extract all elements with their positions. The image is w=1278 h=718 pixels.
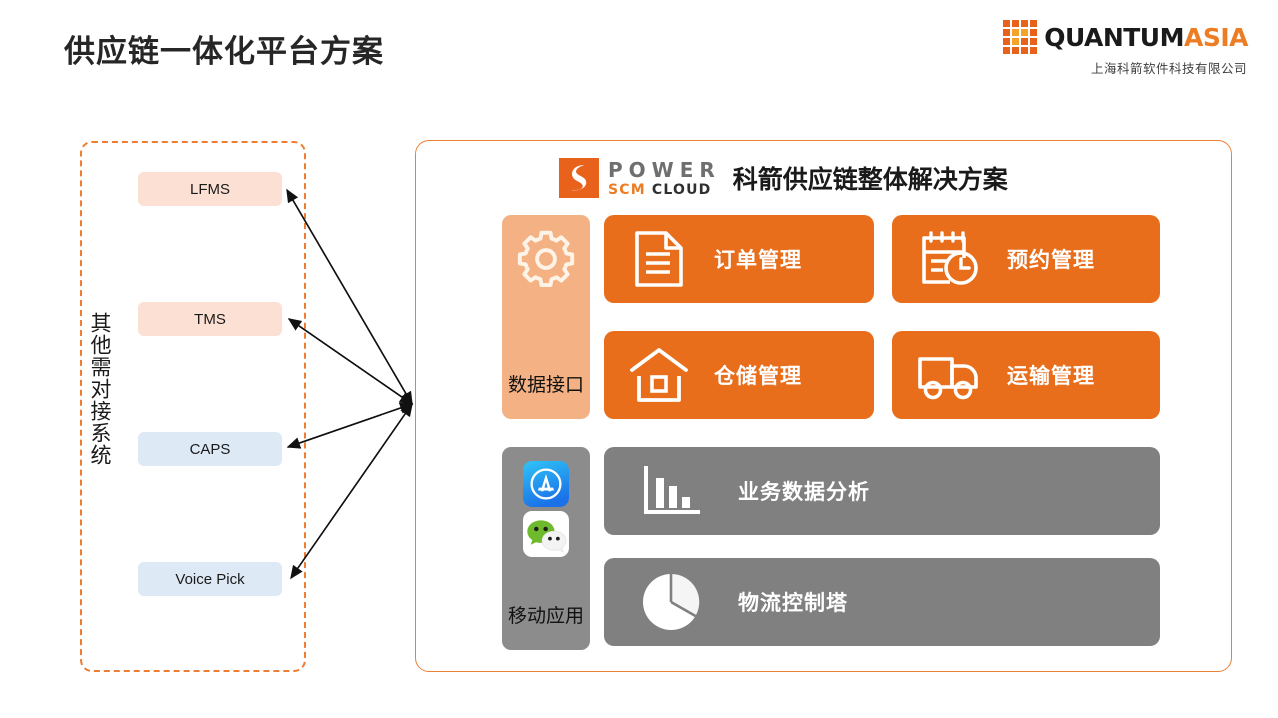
card-warehouse-management[interactable]: 仓储管理 <box>604 331 874 419</box>
external-system-label: LFMS <box>189 180 230 198</box>
brand-subtitle: 上海科箭软件科技有限公司 <box>1090 62 1247 76</box>
brand-squares-icon <box>1003 20 1038 54</box>
gear-icon <box>517 230 575 288</box>
connector-tms-in <box>288 318 414 405</box>
rail-data-interface[interactable]: 数据接口 <box>502 215 590 419</box>
external-system-label: CAPS <box>189 440 231 458</box>
warehouse-house-icon <box>604 346 714 404</box>
scm-brand-header: POWER SCM CLOUD 科箭供应链整体解决方案 <box>559 158 1008 198</box>
brand-logo: QUANTUMASIA 上海科箭软件科技有限公司 <box>1003 20 1249 77</box>
card-label: 物流控制塔 <box>738 592 848 615</box>
connector-caps-in <box>287 402 414 448</box>
card-label: 运输管理 <box>1007 365 1095 388</box>
calendar-clock-icon <box>892 230 1007 288</box>
connector-tms <box>287 318 413 405</box>
card-label: 订单管理 <box>714 249 802 272</box>
external-system-caps[interactable]: CAPS <box>138 432 282 466</box>
external-system-lfms[interactable]: LFMS <box>138 172 282 206</box>
external-system-label: Voice Pick <box>175 570 245 588</box>
app-store-icon[interactable] <box>523 461 569 507</box>
power-wordmark: POWER <box>608 157 721 182</box>
truck-icon <box>892 349 1007 401</box>
power-s-mark-icon <box>559 158 599 198</box>
card-order-management[interactable]: 订单管理 <box>604 215 874 303</box>
pie-chart-icon <box>604 571 738 633</box>
card-label: 业务数据分析 <box>738 481 870 504</box>
bar-chart-icon <box>604 464 738 518</box>
external-system-label: TMS <box>194 310 226 328</box>
cloud-wordmark: CLOUD <box>651 181 712 198</box>
rail-icon-group <box>523 461 569 557</box>
brand-name-dark: QUANTUM <box>1044 23 1184 52</box>
scm-wordmark: SCM <box>608 181 646 198</box>
rail-icon-group <box>516 229 576 289</box>
wechat-icon[interactable] <box>523 511 569 557</box>
external-system-voice-pick[interactable]: Voice Pick <box>138 562 282 596</box>
connector-caps <box>286 403 413 449</box>
card-booking-management[interactable]: 预约管理 <box>892 215 1160 303</box>
card-label: 预约管理 <box>1007 249 1095 272</box>
rail-label-mobile-apps: 移动应用 <box>507 605 584 627</box>
external-systems-label: 其他需对接系统 <box>88 312 111 466</box>
connector-voice-pick-in <box>290 402 413 579</box>
card-label: 仓储管理 <box>714 365 802 388</box>
document-icon <box>604 230 714 288</box>
page-title: 供应链一体化平台方案 <box>64 34 384 69</box>
brand-name-accent: ASIA <box>1183 23 1249 52</box>
external-system-tms[interactable]: TMS <box>138 302 282 336</box>
card-control-tower[interactable]: 物流控制塔 <box>604 558 1160 646</box>
card-transport-management[interactable]: 运输管理 <box>892 331 1160 419</box>
connector-voice-pick <box>290 403 413 580</box>
card-business-analytics[interactable]: 业务数据分析 <box>604 447 1160 535</box>
rail-label-data-interface: 数据接口 <box>507 374 584 396</box>
rail-mobile-apps[interactable]: 移动应用 <box>502 447 590 650</box>
solution-title: 科箭供应链整体解决方案 <box>732 166 1008 194</box>
